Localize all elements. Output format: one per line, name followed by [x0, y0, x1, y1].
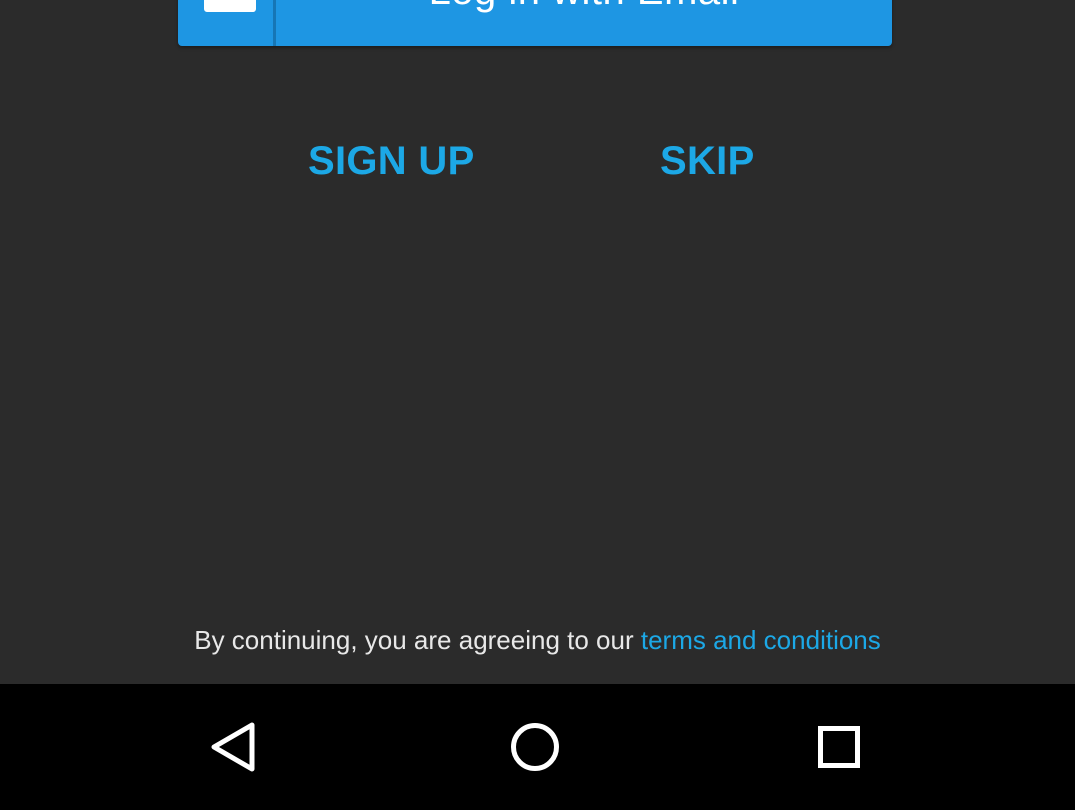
login-with-email-button[interactable]: Log in with Email — [178, 0, 892, 46]
mail-icon — [204, 0, 256, 12]
recents-button[interactable] — [811, 719, 867, 775]
skip-button[interactable]: SKIP — [660, 138, 755, 184]
email-icon-box — [178, 0, 276, 46]
home-button[interactable] — [507, 719, 563, 775]
back-button[interactable] — [206, 719, 262, 775]
back-icon — [211, 722, 255, 772]
login-with-email-label: Log in with Email — [276, 0, 892, 46]
secondary-actions: SIGN UP SKIP — [0, 138, 1075, 184]
login-screen: Log in with Email SIGN UP SKIP By contin… — [0, 0, 1075, 684]
terms-prefix: By continuing, you are agreeing to our — [194, 625, 641, 655]
sign-up-button[interactable]: SIGN UP — [308, 138, 475, 184]
home-icon — [511, 723, 559, 771]
terms-and-conditions-link[interactable]: terms and conditions — [641, 625, 881, 655]
recents-icon — [818, 726, 860, 768]
terms-notice: By continuing, you are agreeing to our t… — [0, 624, 1075, 656]
system-navigation-bar — [0, 684, 1075, 810]
